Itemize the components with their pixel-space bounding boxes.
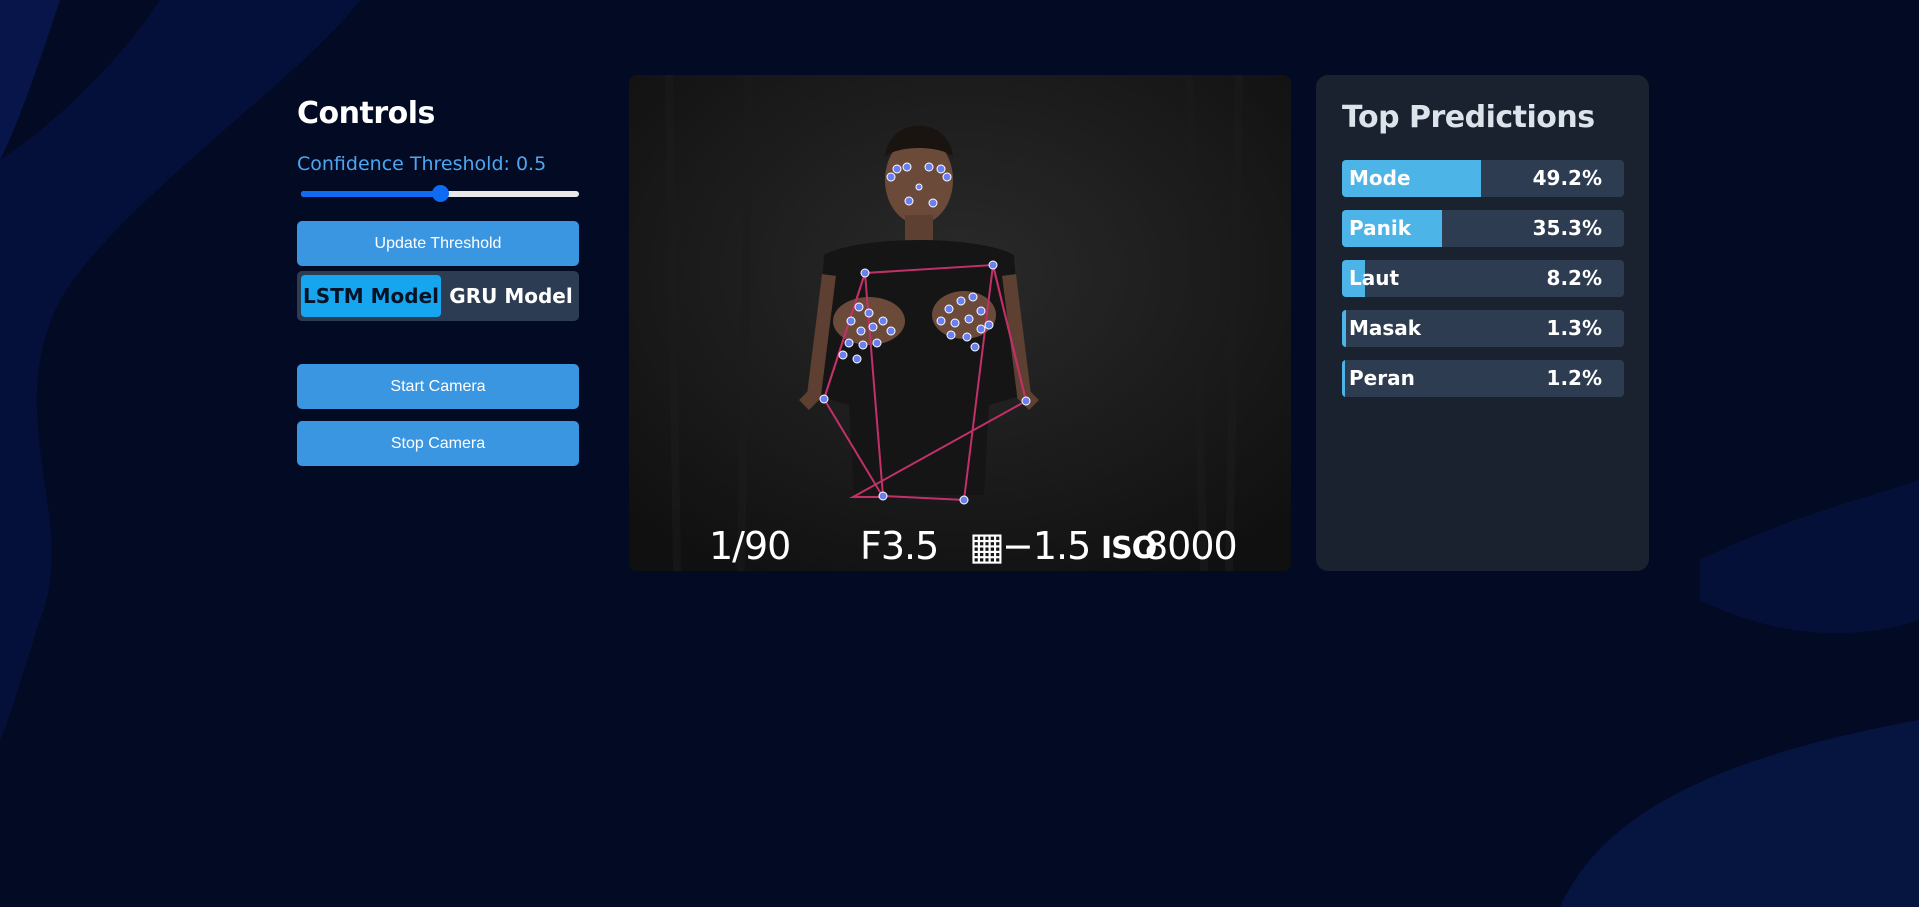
aperture-readout: F3.5 bbox=[860, 524, 939, 568]
slider-fill bbox=[301, 191, 440, 197]
threshold-label: Confidence Threshold: 0.5 bbox=[297, 153, 547, 175]
prediction-label: Masak bbox=[1349, 316, 1422, 340]
controls-panel: Controls Confidence Threshold: 0.5 Updat… bbox=[297, 96, 579, 466]
update-threshold-button[interactable]: Update Threshold bbox=[297, 221, 579, 266]
controls-title: Controls bbox=[297, 96, 435, 131]
top-predictions-panel: Top Predictions Mode 49.2% Panik 35.3% L… bbox=[1316, 75, 1649, 571]
prediction-percent: 49.2% bbox=[1532, 166, 1602, 190]
prediction-label: Panik bbox=[1349, 216, 1412, 240]
lstm-model-option[interactable]: LSTM Model bbox=[301, 275, 441, 317]
camera-frame bbox=[629, 75, 1291, 571]
prediction-percent: 1.2% bbox=[1546, 366, 1602, 390]
predictions-title: Top Predictions bbox=[1342, 100, 1595, 135]
prediction-label: Laut bbox=[1349, 266, 1400, 290]
metering-icon: ▦ bbox=[969, 524, 1005, 568]
prediction-bar bbox=[1342, 360, 1346, 397]
prediction-percent: 35.3% bbox=[1532, 216, 1602, 240]
camera-feed: 1/90 F3.5 ▦ −1.5 ISO 8000 bbox=[629, 75, 1291, 571]
slider-thumb[interactable] bbox=[432, 185, 449, 202]
threshold-slider[interactable] bbox=[297, 185, 579, 202]
exposure-readout: −1.5 bbox=[1002, 524, 1091, 568]
stop-camera-button[interactable]: Stop Camera bbox=[297, 421, 579, 466]
start-camera-button[interactable]: Start Camera bbox=[297, 364, 579, 409]
prediction-bar bbox=[1342, 310, 1346, 347]
prediction-row: Masak 1.3% bbox=[1342, 310, 1624, 347]
gru-model-option[interactable]: GRU Model bbox=[447, 275, 575, 317]
model-toggle: LSTM Model GRU Model bbox=[297, 271, 579, 321]
prediction-row: Laut 8.2% bbox=[1342, 260, 1624, 297]
prediction-percent: 8.2% bbox=[1546, 266, 1602, 290]
prediction-row: Mode 49.2% bbox=[1342, 160, 1624, 197]
prediction-percent: 1.3% bbox=[1546, 316, 1602, 340]
prediction-row: Panik 35.3% bbox=[1342, 210, 1624, 247]
iso-readout: 8000 bbox=[1144, 524, 1238, 568]
prediction-label: Mode bbox=[1349, 166, 1411, 190]
shutter-readout: 1/90 bbox=[709, 524, 791, 568]
prediction-row: Peran 1.2% bbox=[1342, 360, 1624, 397]
prediction-label: Peran bbox=[1349, 366, 1415, 390]
